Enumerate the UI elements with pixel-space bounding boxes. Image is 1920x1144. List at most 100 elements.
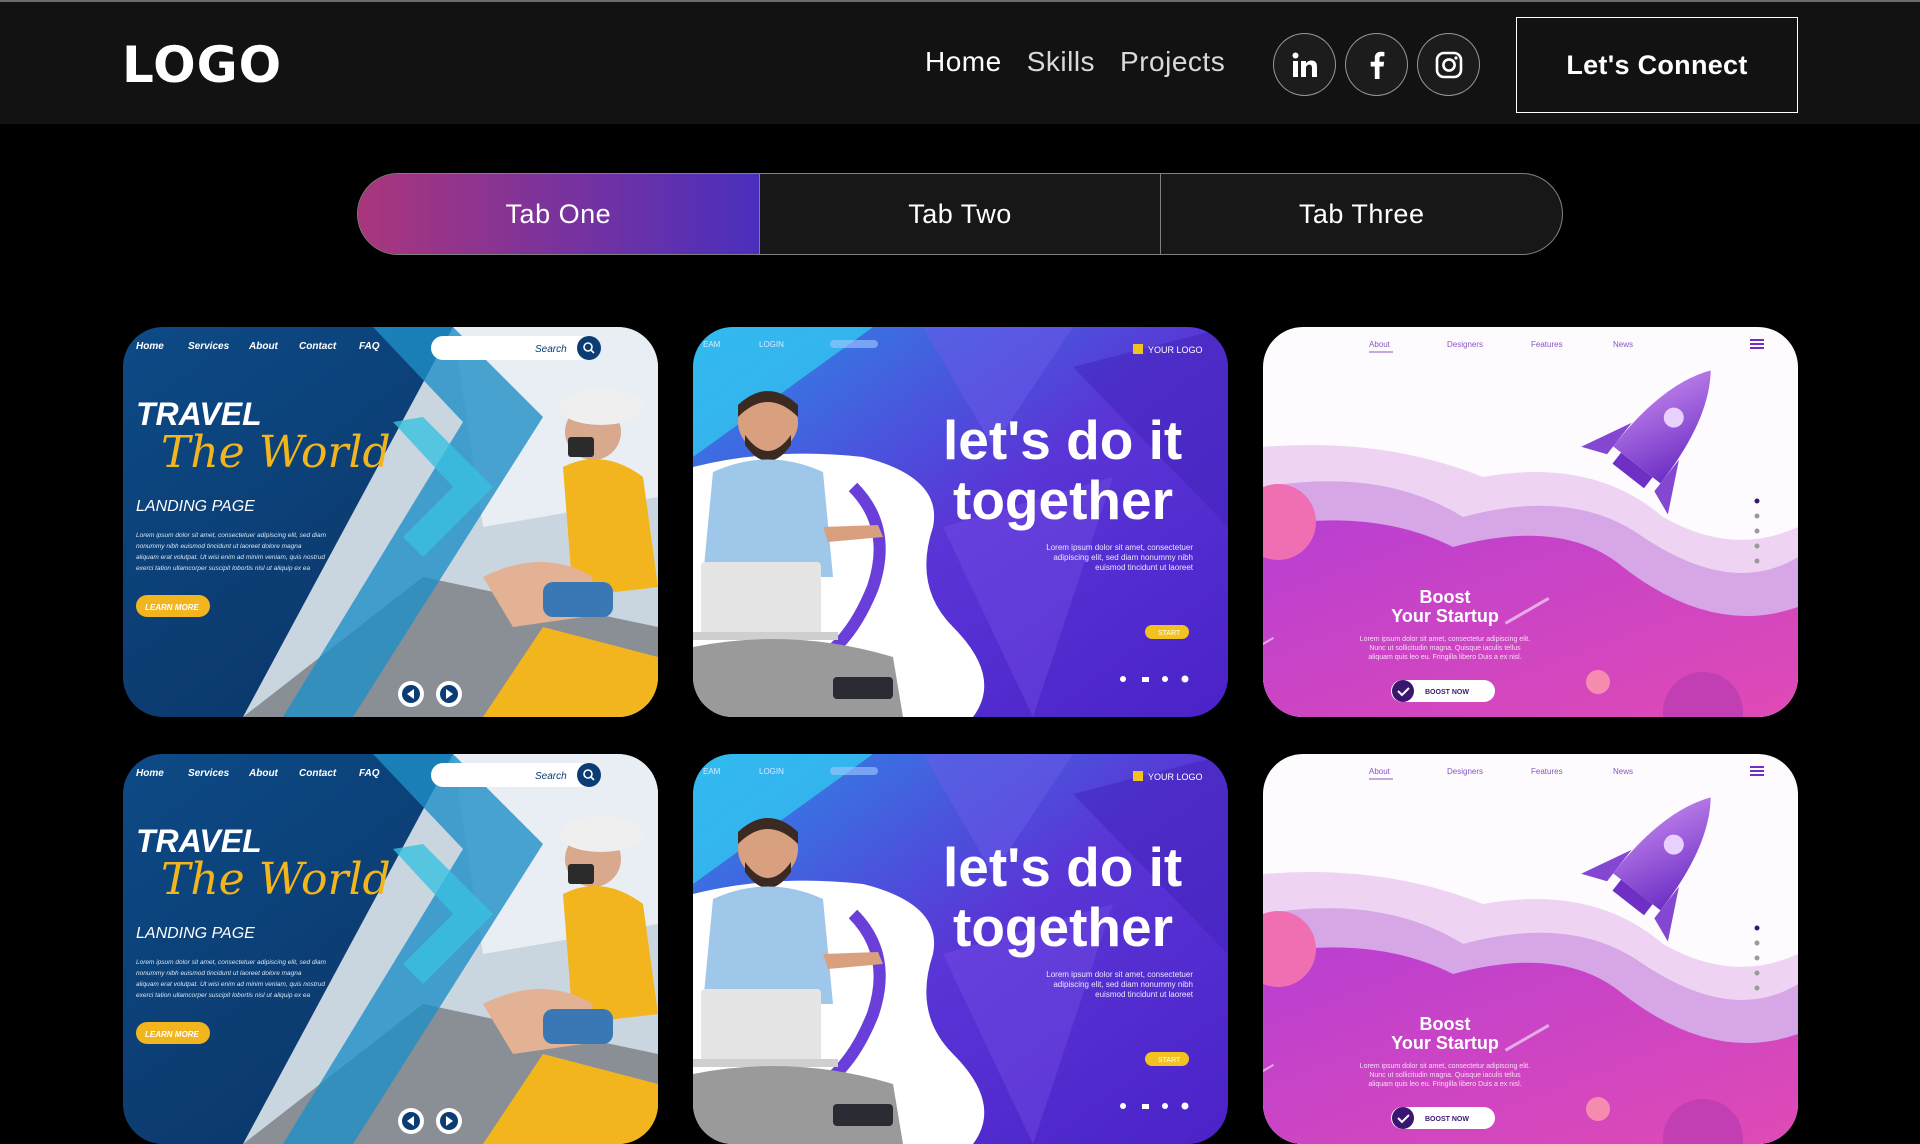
svg-text:Designers: Designers [1447, 340, 1483, 349]
phone-icon [1162, 676, 1168, 682]
project-card-together[interactable]: EAM LOGIN YOUR LOGO let's do it together… [693, 327, 1228, 717]
linkedin-icon [1292, 52, 1317, 77]
svg-text:aliquam quis leo eu. Fringilla: aliquam quis leo eu. Fringilla libero Du… [1368, 654, 1521, 661]
travel-script-title: The World [161, 854, 391, 905]
svg-text:LOGIN: LOGIN [759, 340, 784, 349]
travel-nav-faq: FAQ [359, 768, 380, 779]
mail-icon [1142, 677, 1149, 682]
travel-nav-home: Home [136, 341, 164, 352]
site-logo[interactable]: LOGO [122, 36, 282, 94]
startup-landing-artwork: About Designers Features News Boost Your… [1263, 754, 1798, 1144]
together-brand: YOUR LOGO [1148, 345, 1203, 355]
svg-text:adipiscing elit, sed diam nonu: adipiscing elit, sed diam nonummy nibh [1053, 980, 1193, 989]
svg-text:aliquam erat volutpat. Ut wisi: aliquam erat volutpat. Ut wisi enim ad m… [136, 981, 325, 988]
travel-nav-services: Services [188, 341, 230, 352]
facebook-icon [1370, 51, 1384, 79]
travel-nav-about: About [248, 341, 279, 352]
boost-now-button: BOOST NOW [1425, 1116, 1469, 1123]
svg-text:Lorem ipsum dolor sit amet, co: Lorem ipsum dolor sit amet, consectetuer [1046, 543, 1193, 552]
location-icon [1120, 676, 1126, 682]
startup-landing-artwork: About Designers Features News Boost Your… [1263, 327, 1798, 717]
tab-one[interactable]: Tab One [358, 174, 759, 254]
svg-text:aliquam quis leo eu. Fringilla: aliquam quis leo eu. Fringilla libero Du… [1368, 1081, 1521, 1088]
project-card-startup[interactable]: About Designers Features News Boost Your… [1263, 327, 1798, 717]
search-icon [577, 763, 601, 787]
project-card-travel[interactable]: Home Services About Contact FAQ Search T… [123, 754, 658, 1144]
startup-title-1: Boost [1420, 1014, 1471, 1034]
search-icon [577, 336, 601, 360]
mail-icon [1142, 1104, 1149, 1109]
travel-nav-faq: FAQ [359, 341, 380, 352]
together-brand: YOUR LOGO [1148, 772, 1203, 782]
instagram-button[interactable] [1417, 33, 1480, 96]
start-button: START [1158, 1057, 1181, 1064]
start-button: START [1158, 630, 1181, 637]
svg-text:adipiscing elit, sed diam nonu: adipiscing elit, sed diam nonummy nibh [1053, 553, 1193, 562]
svg-text:Features: Features [1531, 340, 1563, 349]
startup-title-2: Your Startup [1391, 606, 1499, 626]
facebook-button[interactable] [1345, 33, 1408, 96]
svg-text:euismod tincidunt ut laoreet: euismod tincidunt ut laoreet [1095, 990, 1194, 999]
svg-text:Features: Features [1531, 767, 1563, 776]
globe-icon [1181, 1102, 1189, 1110]
together-headline-1: let's do it [943, 409, 1182, 471]
travel-search-label: Search [535, 344, 567, 355]
travel-nav-home: Home [136, 768, 164, 779]
svg-text:About: About [1369, 767, 1391, 776]
svg-text:Lorem ipsum dolor sit amet, co: Lorem ipsum dolor sit amet, consectetuer… [136, 959, 327, 966]
svg-text:exerci tation ullamcorper susc: exerci tation ullamcorper suscipit lobor… [136, 992, 311, 999]
together-landing-artwork: EAM LOGIN YOUR LOGO let's do it together… [693, 754, 1228, 1144]
svg-text:Nunc ut sollicitudin magna. Qu: Nunc ut sollicitudin magna. Quisque iacu… [1369, 645, 1521, 652]
nav-links: Home Skills Projects [925, 46, 1225, 78]
menu-icon [1750, 339, 1764, 349]
svg-text:euismod tincidunt ut laoreet: euismod tincidunt ut laoreet [1095, 563, 1194, 572]
project-card-travel[interactable]: Home Services About Contact FAQ Search T… [123, 327, 658, 717]
svg-text:EAM: EAM [703, 767, 721, 776]
startup-title-2: Your Startup [1391, 1033, 1499, 1053]
svg-text:nonummy nibh euismod tincidunt: nonummy nibh euismod tincidunt ut laoree… [136, 970, 302, 977]
startup-title-1: Boost [1420, 587, 1471, 607]
together-landing-artwork: EAM LOGIN YOUR LOGO let's do it together… [693, 327, 1228, 717]
svg-text:Nunc ut sollicitudin magna. Qu: Nunc ut sollicitudin magna. Quisque iacu… [1369, 1072, 1521, 1079]
tab-three[interactable]: Tab Three [1160, 174, 1562, 254]
svg-text:EAM: EAM [703, 340, 721, 349]
travel-search-label: Search [535, 771, 567, 782]
together-headline-2: together [953, 469, 1173, 531]
svg-text:Lorem ipsum dolor sit amet, co: Lorem ipsum dolor sit amet, consectetur … [1360, 1063, 1530, 1070]
navbar: LOGO Home Skills Projects Let's Connect [0, 2, 1920, 124]
project-tabs: Tab One Tab Two Tab Three [357, 173, 1563, 255]
globe-icon [1181, 675, 1189, 683]
nav-link-skills[interactable]: Skills [1027, 46, 1095, 78]
svg-text:Lorem ipsum dolor sit amet, co: Lorem ipsum dolor sit amet, consectetur … [1360, 636, 1530, 643]
travel-nav-contact: Contact [299, 768, 337, 779]
svg-text:aliquam erat volutpat. Ut wisi: aliquam erat volutpat. Ut wisi enim ad m… [136, 554, 325, 561]
svg-text:About: About [1369, 340, 1391, 349]
instagram-icon [1435, 51, 1462, 78]
svg-text:News: News [1613, 340, 1633, 349]
svg-text:Lorem ipsum dolor sit amet, co: Lorem ipsum dolor sit amet, consectetuer… [136, 532, 327, 539]
svg-text:Designers: Designers [1447, 767, 1483, 776]
travel-landing-artwork: Home Services About Contact FAQ Search T… [123, 327, 658, 717]
together-headline-1: let's do it [943, 836, 1182, 898]
together-headline-2: together [953, 896, 1173, 958]
nav-link-home[interactable]: Home [925, 46, 1002, 78]
boost-now-button: BOOST NOW [1425, 689, 1469, 696]
phone-icon [1162, 1103, 1168, 1109]
svg-text:Lorem ipsum dolor sit amet, co: Lorem ipsum dolor sit amet, consectetuer [1046, 970, 1193, 979]
project-card-startup[interactable]: About Designers Features News Boost Your… [1263, 754, 1798, 1144]
svg-text:News: News [1613, 767, 1633, 776]
project-card-together[interactable]: EAM LOGIN YOUR LOGO let's do it together… [693, 754, 1228, 1144]
travel-subtitle: LANDING PAGE [136, 925, 255, 942]
location-icon [1120, 1103, 1126, 1109]
svg-text:LOGIN: LOGIN [759, 767, 784, 776]
travel-landing-artwork: Home Services About Contact FAQ Search T… [123, 754, 658, 1144]
travel-nav-about: About [248, 768, 279, 779]
travel-script-title: The World [161, 427, 391, 478]
travel-nav-contact: Contact [299, 341, 337, 352]
linkedin-button[interactable] [1273, 33, 1336, 96]
menu-icon [1750, 766, 1764, 776]
nav-link-projects[interactable]: Projects [1120, 46, 1225, 78]
tab-two[interactable]: Tab Two [758, 174, 1161, 254]
travel-nav-services: Services [188, 768, 230, 779]
lets-connect-button[interactable]: Let's Connect [1516, 17, 1798, 113]
